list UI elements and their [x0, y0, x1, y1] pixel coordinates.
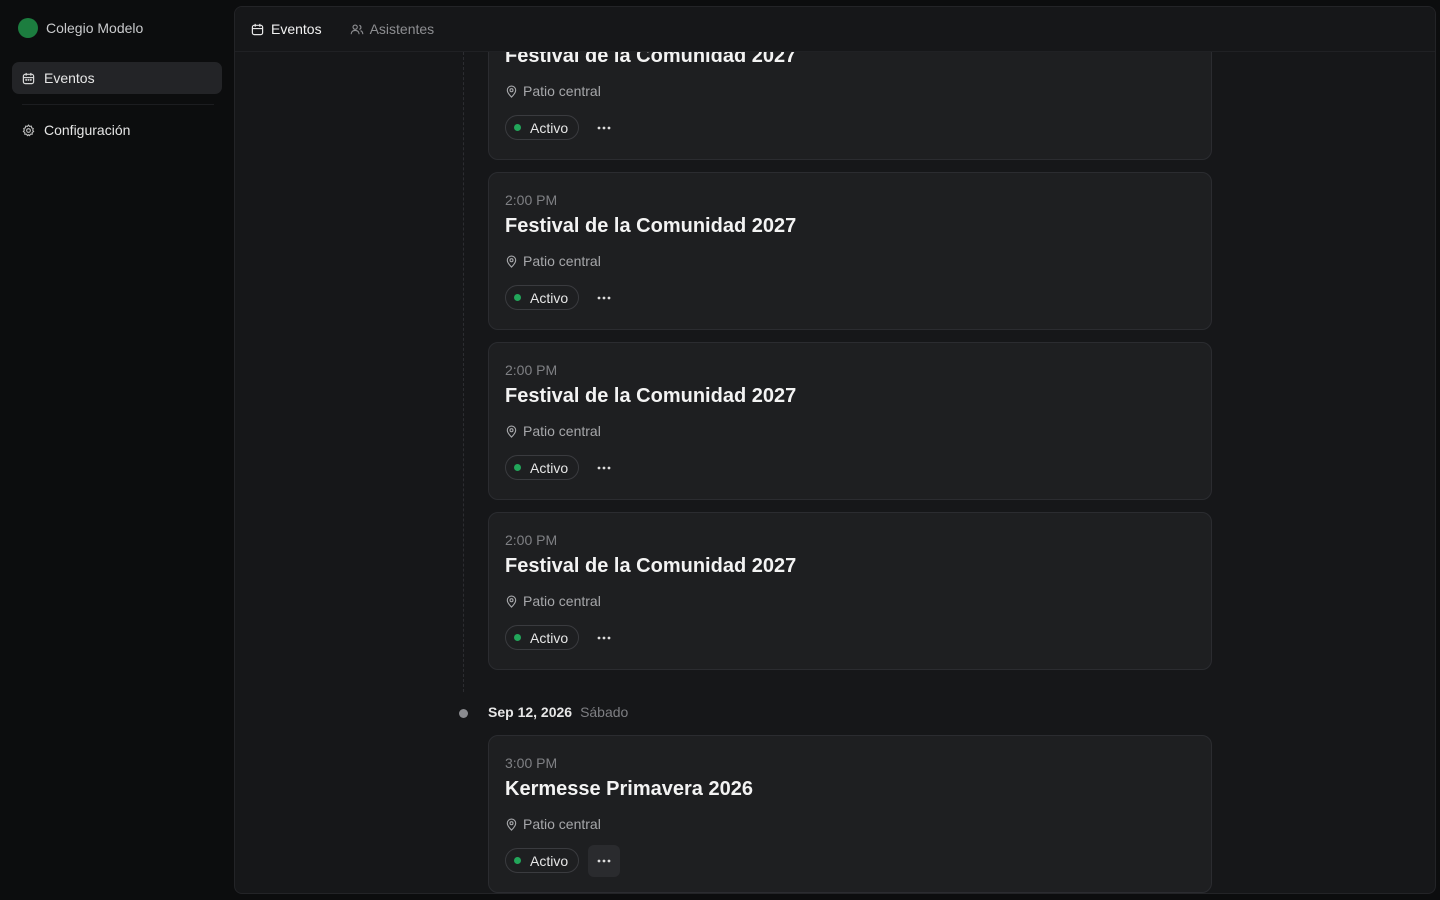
event-location: Patio central	[505, 423, 601, 439]
tab-eventos[interactable]: Eventos	[251, 7, 322, 51]
status-badge: Activo	[505, 285, 580, 310]
ellipsis-icon	[597, 636, 611, 640]
tab-label: Asistentes	[369, 21, 435, 37]
timeline-dot	[459, 709, 468, 718]
status-badge: Activo	[505, 848, 580, 873]
event-title: Festival de la Comunidad 2027	[505, 385, 797, 407]
map-pin-icon	[505, 424, 519, 438]
status-text: Activo	[530, 629, 569, 646]
calendar-icon	[21, 71, 35, 85]
gear-icon	[21, 123, 35, 137]
ellipsis-icon	[597, 859, 611, 863]
event-card[interactable]: 3:00 PM Kermesse Primavera 2026 Patio ce…	[488, 735, 1212, 893]
event-location-text: Patio central	[523, 253, 601, 269]
status-text: Activo	[530, 289, 569, 306]
more-options-button[interactable]	[588, 622, 620, 654]
event-time: 3:00 PM	[505, 755, 558, 771]
timeline-line	[463, 52, 464, 692]
event-location: Patio central	[505, 83, 601, 99]
tab-asistentes[interactable]: Asistentes	[350, 7, 435, 51]
ellipsis-icon	[597, 126, 611, 130]
event-card[interactable]: 2:00 PM Festival de la Comunidad 2027 Pa…	[488, 342, 1212, 500]
more-options-button[interactable]	[588, 112, 620, 144]
brand[interactable]: Colegio Modelo	[18, 18, 143, 38]
status-badge: Activo	[505, 455, 580, 480]
sidebar-item-configuracion[interactable]: Configuración	[12, 114, 222, 146]
sidebar-divider	[22, 104, 214, 105]
tab-label: Eventos	[271, 21, 322, 37]
map-pin-icon	[505, 594, 519, 608]
event-location: Patio central	[505, 816, 601, 832]
more-options-button[interactable]	[588, 282, 620, 314]
status-text: Activo	[530, 852, 569, 869]
event-time: 2:00 PM	[505, 362, 558, 378]
event-location-text: Patio central	[523, 423, 601, 439]
status-dot	[514, 464, 521, 471]
status-text: Activo	[530, 459, 569, 476]
event-location: Patio central	[505, 253, 601, 269]
date-group-weekday: Sábado	[580, 704, 629, 720]
map-pin-icon	[505, 817, 519, 831]
sidebar-item-label: Eventos	[44, 70, 95, 86]
ellipsis-icon	[597, 466, 611, 470]
map-pin-icon	[505, 84, 519, 98]
status-badge: Activo	[505, 115, 580, 140]
event-card[interactable]: 2:00 PM Festival de la Comunidad 2027 Pa…	[488, 172, 1212, 330]
map-pin-icon	[505, 254, 519, 268]
main-panel: Eventos Asistentes Festival de la Comuni…	[234, 6, 1436, 894]
event-location-text: Patio central	[523, 816, 601, 832]
event-location: Patio central	[505, 593, 601, 609]
event-card[interactable]: 2:00 PM Festival de la Comunidad 2027 Pa…	[488, 512, 1212, 670]
status-dot	[514, 294, 521, 301]
sidebar-item-label: Configuración	[44, 122, 131, 138]
status-text: Activo	[530, 119, 569, 136]
status-dot	[514, 124, 521, 131]
event-time: 2:00 PM	[505, 532, 558, 548]
status-dot	[514, 634, 521, 641]
brand-name: Colegio Modelo	[46, 20, 144, 36]
sidebar-item-eventos[interactable]: Eventos	[12, 62, 222, 94]
ellipsis-icon	[597, 296, 611, 300]
sidebar: Colegio Modelo Eventos Configuración	[0, 0, 234, 900]
tab-bar: Eventos Asistentes	[235, 7, 1435, 52]
event-location-text: Patio central	[523, 593, 601, 609]
event-title: Festival de la Comunidad 2027	[505, 215, 797, 237]
event-location-text: Patio central	[523, 83, 601, 99]
calendar-icon	[251, 22, 265, 36]
more-options-button[interactable]	[588, 452, 620, 484]
event-title: Festival de la Comunidad 2027	[505, 555, 797, 577]
brand-logo	[18, 18, 38, 38]
event-time: 2:00 PM	[505, 192, 558, 208]
more-options-button[interactable]	[588, 845, 620, 877]
event-title: Kermesse Primavera 2026	[505, 778, 753, 800]
status-badge: Activo	[505, 625, 580, 650]
date-group-date: Sep 12, 2026	[488, 704, 573, 720]
date-group-header: Sep 12, 2026 Sábado	[488, 704, 628, 720]
status-dot	[514, 857, 521, 864]
users-icon	[350, 22, 364, 36]
